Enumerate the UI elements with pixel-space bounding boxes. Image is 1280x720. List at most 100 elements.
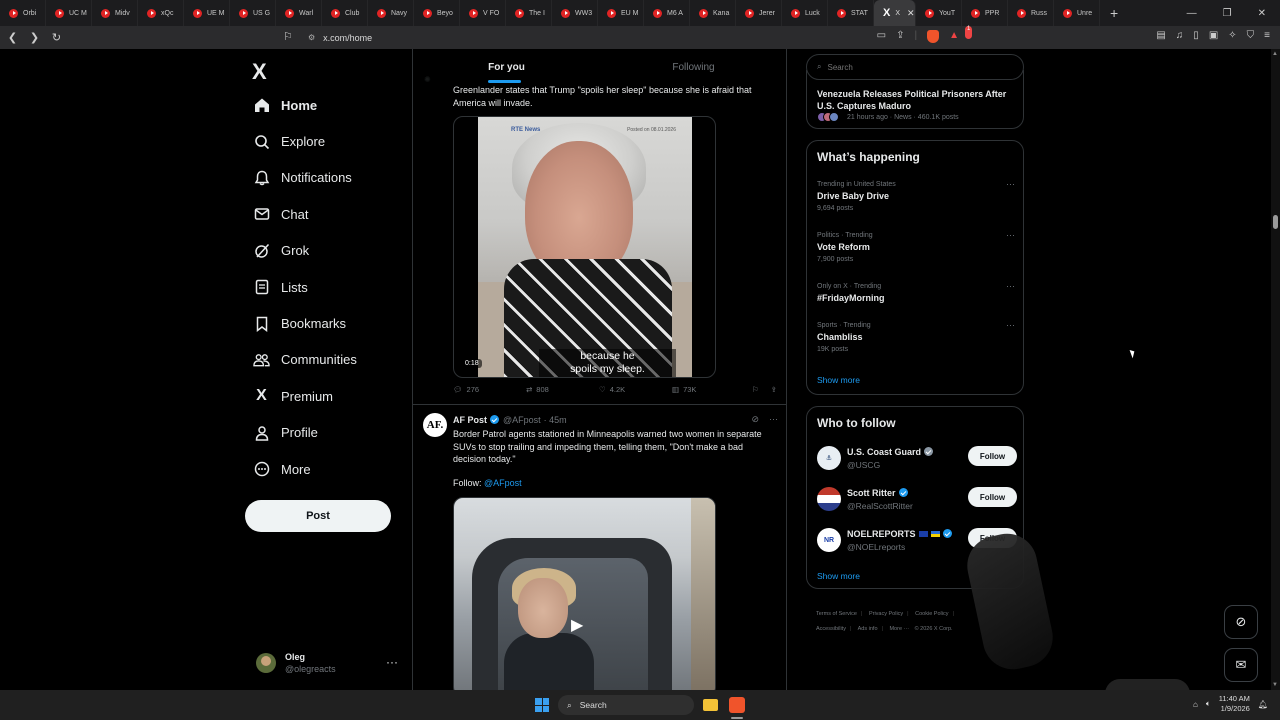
volume-icon[interactable]: 🔈︎ <box>1206 699 1211 709</box>
follow-suggestion[interactable]: Scott Ritter @RealScottRitter Follow <box>817 486 1017 512</box>
nav-item-premium[interactable]: X Premium <box>244 378 404 414</box>
sidebar-icon[interactable]: ▯ <box>1193 30 1199 43</box>
post-avatar[interactable]: AF. <box>423 413 447 437</box>
footer-link[interactable]: Ads info <box>858 626 878 632</box>
post-author-handle[interactable]: @AFpost <box>503 415 541 425</box>
browser-tab[interactable]: Russ <box>1008 0 1054 26</box>
nav-item-home[interactable]: Home <box>244 87 404 123</box>
browser-tab[interactable]: Warl <box>276 0 322 26</box>
browser-tab[interactable]: US G <box>230 0 276 26</box>
trend-item[interactable]: Politics · Trending Vote Reform 7,900 po… <box>817 230 1015 263</box>
nav-item-grok[interactable]: Grok <box>244 233 404 269</box>
scrollbar[interactable]: ▲ ▼ <box>1271 49 1280 690</box>
footer-link[interactable]: Privacy Policy <box>869 611 903 617</box>
mention-link[interactable]: @AFpost <box>484 478 522 488</box>
trend-item[interactable]: Only on X · Trending #FridayMorning ··· <box>817 281 1015 307</box>
browser-tab[interactable]: EU M <box>598 0 644 26</box>
windows-start-icon[interactable] <box>535 698 549 712</box>
browser-tab[interactable]: PPR <box>962 0 1008 26</box>
show-more-link[interactable]: Show more <box>817 375 860 385</box>
browser-tab[interactable]: WW3 <box>552 0 598 26</box>
trend-item[interactable]: Sports · Trending Chambliss 19K posts ··… <box>817 320 1015 353</box>
more-dots-icon[interactable]: ··· <box>1006 179 1015 189</box>
footer-link[interactable]: Accessibility <box>816 626 846 632</box>
nav-item-communities[interactable]: Communities <box>244 342 404 378</box>
bookmark-page-icon[interactable]: ⚐ <box>283 30 293 43</box>
repost-button[interactable]: ⇄ 808 <box>526 385 599 394</box>
like-button[interactable]: ♡ 4.2K <box>599 385 672 394</box>
tab-for-you[interactable]: For you <box>413 49 600 85</box>
minimize-icon[interactable]: — <box>1187 8 1197 19</box>
scroll-thumb[interactable] <box>1273 215 1278 229</box>
scroll-down-icon[interactable]: ▼ <box>1272 682 1278 688</box>
more-dots-icon[interactable]: ··· <box>1006 281 1015 291</box>
follow-suggestion[interactable]: ⚓ U.S. Coast Guard @USCG Follow <box>817 445 1017 471</box>
footer-link[interactable]: More ··· <box>889 626 909 632</box>
browser-tab[interactable]: UC M <box>46 0 92 26</box>
taskbar-search[interactable]: ⌕ Search <box>558 695 694 715</box>
play-icon[interactable]: ▶ <box>571 615 583 635</box>
nav-item-profile[interactable]: Profile <box>244 415 404 451</box>
follow-button[interactable]: Follow <box>968 446 1017 466</box>
browser-tab[interactable]: V FO <box>460 0 506 26</box>
forward-icon[interactable]: ❯ <box>25 31 44 44</box>
reader-icon[interactable]: ▤ <box>1156 30 1165 43</box>
post-button[interactable]: Post <box>245 500 391 532</box>
trend-item[interactable]: Trending in United States Drive Baby Dri… <box>817 179 1015 212</box>
more-dots-icon[interactable]: ··· <box>1006 230 1015 240</box>
scroll-up-icon[interactable]: ▲ <box>1272 51 1278 57</box>
file-explorer-icon[interactable] <box>703 699 718 711</box>
grok-fab-button[interactable]: ⊘ <box>1224 605 1258 639</box>
more-dots-icon[interactable]: ··· <box>386 655 398 669</box>
nav-item-lists[interactable]: Lists <box>244 269 404 305</box>
more-dots-icon[interactable]: ··· <box>769 414 778 425</box>
share-icon[interactable]: ⇪ <box>771 385 777 394</box>
menu-icon[interactable]: ≡ <box>1264 30 1270 43</box>
browser-tab-active[interactable]: X X ✕ <box>874 0 916 26</box>
close-window-icon[interactable]: ✕ <box>1258 8 1266 19</box>
brave-shields-icon[interactable] <box>927 30 940 43</box>
browser-tab[interactable]: Midv <box>92 0 138 26</box>
nav-item-notifications[interactable]: Notifications <box>244 160 404 196</box>
browser-tab[interactable]: Luck <box>782 0 828 26</box>
brave-rewards-icon[interactable]: ▲ <box>949 30 959 43</box>
footer-link[interactable]: Cookie Policy <box>915 611 948 617</box>
messages-fab-button[interactable]: ✉ <box>1224 648 1258 682</box>
x-logo-icon[interactable]: X <box>252 59 267 85</box>
network-icon[interactable]: ⌂ <box>1193 700 1198 709</box>
vpn-icon[interactable]: ⛉ <box>1247 30 1255 43</box>
browser-tab[interactable]: Beyo <box>414 0 460 26</box>
browser-tab[interactable]: Club <box>322 0 368 26</box>
close-tab-icon[interactable]: ✕ <box>907 8 915 19</box>
browser-tab[interactable]: M6 A <box>644 0 690 26</box>
browser-tab[interactable]: Navy <box>368 0 414 26</box>
more-dots-icon[interactable]: ··· <box>1006 320 1015 330</box>
tab-following[interactable]: Following <box>600 49 786 85</box>
post-video[interactable]: ▶ <box>453 497 716 690</box>
wallet-icon[interactable]: ▣ <box>1209 30 1218 43</box>
grok-icon[interactable]: ⊘ <box>751 414 759 425</box>
browser-tab[interactable]: STAT <box>828 0 874 26</box>
reply-button[interactable]: 💬︎ 276 <box>453 385 526 394</box>
restore-icon[interactable]: ❐ <box>1223 8 1232 19</box>
nav-item-chat[interactable]: Chat <box>244 196 404 232</box>
post-author-name[interactable]: AF Post <box>453 415 487 425</box>
nav-item-explore[interactable]: Explore <box>244 123 404 159</box>
browser-tab[interactable]: Jerer <box>736 0 782 26</box>
browser-tab[interactable]: UE M <box>184 0 230 26</box>
follow-button[interactable]: Follow <box>968 487 1017 507</box>
views-button[interactable]: ▥ 73K <box>672 385 745 394</box>
reload-icon[interactable]: ↻ <box>47 31 66 44</box>
show-more-link[interactable]: Show more <box>817 571 860 581</box>
browser-tab[interactable]: YouT <box>916 0 962 26</box>
search-input[interactable]: ⌕ <box>806 54 1024 80</box>
site-settings-icon[interactable]: ⚙ <box>308 33 315 42</box>
clock[interactable]: 11:40 AM 1/9/2026 <box>1219 694 1250 714</box>
browser-tab[interactable]: xQc <box>138 0 184 26</box>
account-switcher[interactable]: Oleg @olegreacts ··· <box>256 647 402 679</box>
leo-ai-icon[interactable]: ✧ <box>1228 30 1236 43</box>
back-icon[interactable]: ❮ <box>3 31 22 44</box>
music-icon[interactable]: ♫ <box>1176 30 1184 43</box>
browser-tab[interactable]: Orbi <box>0 0 46 26</box>
post-time[interactable]: · 45m <box>544 415 567 425</box>
